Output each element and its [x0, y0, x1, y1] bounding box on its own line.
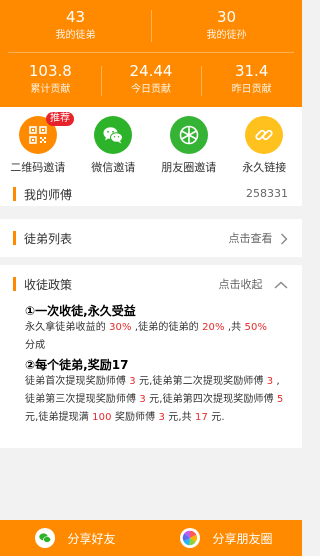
divider — [8, 52, 294, 53]
collapse-action-label: 点击收起 — [218, 278, 263, 291]
invite-options: 二维码邀请 推荐 微信邀请 朋友圈邀请 永久链接 — [0, 107, 302, 182]
policy-label: 收徒政策 — [24, 278, 73, 292]
share-bar: 分享好友 分享朋友圈 — [0, 520, 302, 556]
chevron-right-icon — [281, 233, 288, 245]
apprentice-list-row[interactable]: 徒弟列表 点击查看 — [0, 219, 302, 257]
stat-today-contribution: 24.44 今日贡献 — [100, 56, 202, 106]
invite-label: 朋友圈邀请 — [161, 161, 217, 174]
chevron-up-icon — [274, 281, 288, 289]
invite-moments-button[interactable]: 朋友圈邀请 — [151, 107, 227, 182]
master-id: 258331 — [246, 187, 288, 200]
invite-qrcode-button[interactable]: 二维码邀请 推荐 — [0, 107, 76, 182]
master-row: 我的师傅 258331 — [0, 182, 302, 206]
wechat-icon — [35, 528, 56, 548]
stat-label: 我的徒孙 — [206, 30, 247, 41]
stat-grand-apprentices[interactable]: 30 我的徒孙 — [151, 0, 302, 50]
policy-content: ①一次收徒,永久受益 永久拿徒弟收益的 30% ,徒弟的徒弟的 20% ,共 5… — [25, 303, 286, 427]
view-action-label: 点击查看 — [228, 232, 273, 245]
invite-label: 二维码邀请 — [10, 161, 66, 174]
stat-label: 累计贡献 — [30, 84, 71, 95]
master-label: 我的师傅 — [24, 188, 73, 202]
share-friend-label: 分享好友 — [67, 531, 116, 546]
section-marker — [13, 231, 16, 245]
link-icon — [245, 116, 284, 154]
recommend-badge: 推荐 — [46, 112, 74, 126]
stat-value: 30 — [216, 8, 237, 26]
collapse-policy-link[interactable]: 点击收起 — [219, 276, 289, 292]
moments-icon — [169, 116, 208, 154]
stat-label: 今日贡献 — [131, 84, 171, 95]
invite-wechat-button[interactable]: 微信邀请 — [76, 107, 152, 182]
stat-yesterday-contribution: 31.4 昨日贡献 — [201, 56, 302, 106]
invite-label: 微信邀请 — [91, 161, 136, 174]
section-marker — [13, 187, 16, 201]
stat-value: 24.44 — [129, 62, 173, 80]
invite-label: 永久链接 — [242, 161, 287, 174]
view-apprentices-link[interactable]: 点击查看 — [229, 230, 289, 246]
policy-paragraph-1: 永久拿徒弟收益的 30% ,徒弟的徒弟的 20% ,共 50% 分成 — [25, 322, 268, 351]
policy-heading-2: ②每个徒弟,奖励17 — [25, 358, 129, 372]
stat-apprentices[interactable]: 43 我的徒弟 — [0, 0, 151, 50]
policy-section: 收徒政策 点击收起 ①一次收徒,永久受益 永久拿徒弟收益的 30% ,徒弟的徒弟… — [0, 265, 302, 448]
stat-label: 昨日贡献 — [231, 84, 272, 95]
section-marker — [13, 277, 16, 291]
apprentice-list-label: 徒弟列表 — [24, 232, 73, 246]
moments-icon — [180, 528, 201, 548]
wechat-icon — [94, 116, 133, 154]
invite-link-button[interactable]: 永久链接 — [227, 107, 303, 182]
share-moments-label: 分享朋友圈 — [212, 531, 273, 546]
stat-total-contribution: 103.8 累计贡献 — [0, 56, 101, 106]
stats-header: 43 我的徒弟 30 我的徒孙 103.8 累计贡献 24.44 今日贡献 31… — [0, 0, 302, 107]
stat-label: 我的徒弟 — [55, 30, 96, 41]
stat-value: 31.4 — [234, 62, 269, 80]
stat-value: 103.8 — [28, 62, 72, 80]
stat-value: 43 — [65, 8, 86, 26]
policy-heading-1: ①一次收徒,永久受益 — [25, 304, 136, 318]
policy-paragraph-2: 徒弟首次提现奖励师傅 3 元,徒弟第二次提现奖励师傅 3 , 徒弟第三次提现奖励师… — [25, 376, 284, 423]
share-friend-button[interactable]: 分享好友 — [0, 520, 151, 556]
share-moments-button[interactable]: 分享朋友圈 — [151, 520, 302, 556]
